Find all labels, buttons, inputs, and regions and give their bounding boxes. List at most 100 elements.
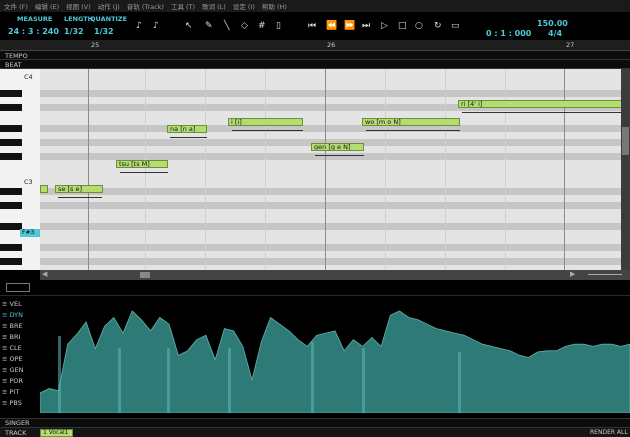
note-tool-1-icon[interactable]: ♪ <box>136 21 142 31</box>
black-key[interactable] <box>0 202 22 209</box>
black-key[interactable] <box>0 188 22 195</box>
play-icon[interactable]: ▷ <box>381 21 388 31</box>
zoom-slider[interactable] <box>588 274 622 275</box>
pencil-tool-icon[interactable]: ✎ <box>205 21 213 31</box>
menu-lyrics[interactable]: 歌词 (L) <box>202 1 226 11</box>
control-dyn[interactable]: ≡ DYN <box>2 311 23 319</box>
menu-job[interactable]: 动作 (J) <box>98 1 120 11</box>
control-por[interactable]: ≡ POR <box>2 377 23 385</box>
control-track-header <box>0 280 630 296</box>
toolbar: MEASURE LENGTH QUANTIZE 24 : 3 : 240 1/3… <box>0 12 630 40</box>
note-se[interactable]: se [s e] <box>55 185 103 193</box>
note-wo[interactable]: wo [m o N] <box>362 118 460 126</box>
record-icon[interactable]: ○ <box>415 21 423 31</box>
singer-row[interactable]: SINGER <box>0 418 630 427</box>
black-key[interactable] <box>0 125 22 132</box>
arrow-tool-icon[interactable]: ↖ <box>185 21 193 31</box>
track-tab-vocal1[interactable]: 1 Vocal1 <box>40 429 73 437</box>
black-key[interactable] <box>0 153 22 160</box>
beat-label: BEAT <box>5 61 22 69</box>
fast-forward-icon[interactable]: ⏩ <box>344 21 355 31</box>
ruler-label-bar-26: 26 <box>327 41 336 49</box>
black-key[interactable] <box>0 104 22 111</box>
menu-settings[interactable]: 设定 (I) <box>233 1 255 11</box>
render-all-button[interactable]: RENDER ALL <box>590 429 628 436</box>
horizontal-scrollbar[interactable]: ◀ ▶ <box>40 270 630 280</box>
dynamics-curve[interactable] <box>40 296 630 413</box>
grid-icon[interactable]: # <box>258 21 266 31</box>
black-key[interactable] <box>0 244 22 251</box>
quantize-select[interactable]: 1/32 <box>94 27 114 36</box>
vibrato-tsu[interactable] <box>120 172 168 178</box>
eraser-tool-icon[interactable]: ◇ <box>241 21 248 31</box>
goto-start-icon[interactable]: ⏮ <box>308 21 316 31</box>
note-partial[interactable] <box>40 185 48 193</box>
menu-track[interactable]: 音轨 (Track) <box>127 1 164 11</box>
scroll-right-icon[interactable]: ▶ <box>570 270 575 278</box>
control-vel[interactable]: ≡ VEL <box>2 300 22 308</box>
piano-roll-grid[interactable]: se [s e] tsu [ts M] na [n a] i [i] gen [… <box>40 69 621 270</box>
control-bre[interactable]: ≡ BRE <box>2 322 23 330</box>
menu-edit[interactable]: 编辑 (E) <box>35 1 59 11</box>
rewind-icon[interactable]: ⏪ <box>326 21 337 31</box>
control-cle[interactable]: ≡ CLE <box>2 344 22 352</box>
note-gen[interactable]: gen [g e N] <box>311 143 364 151</box>
vertical-scroll-thumb[interactable] <box>622 127 629 155</box>
time-display: 0 : 1 : 000 <box>486 29 532 38</box>
measure-label: MEASURE <box>17 15 53 23</box>
position-display: 24 : 3 : 240 <box>8 27 59 36</box>
black-key[interactable] <box>0 139 22 146</box>
loop-icon[interactable]: ↻ <box>434 21 442 31</box>
metronome-icon[interactable]: ▭ <box>451 21 460 31</box>
black-key[interactable] <box>0 223 22 230</box>
control-bri[interactable]: ≡ BRI <box>2 333 20 341</box>
menu-tools[interactable]: 工具 (T) <box>171 1 195 11</box>
line-tool-icon[interactable]: ╲ <box>224 21 229 31</box>
curve-toggle-icon[interactable]: ▯ <box>276 21 281 31</box>
black-key[interactable] <box>0 90 22 97</box>
note-boundary-marker <box>167 348 170 413</box>
vibrato-i[interactable] <box>232 130 303 136</box>
control-pbs[interactable]: ≡ PBS <box>2 399 22 407</box>
vibrato-se[interactable] <box>58 197 102 203</box>
note-ri[interactable]: ri [4' i] <box>458 100 621 108</box>
note-boundary-marker <box>58 336 61 413</box>
vibrato-gen[interactable] <box>315 155 364 161</box>
tempo-display[interactable]: 150.00 <box>537 19 568 28</box>
horizontal-scroll-thumb[interactable] <box>140 272 150 278</box>
vibrato-na[interactable] <box>170 137 207 143</box>
time-signature-display[interactable]: 4/4 <box>548 29 562 38</box>
control-ope[interactable]: ≡ OPE <box>2 355 23 363</box>
dynamics-curve-area[interactable] <box>40 296 630 413</box>
note-i[interactable]: i [i] <box>228 118 303 126</box>
menu-view[interactable]: 视图 (V) <box>66 1 91 11</box>
menu-bar: 文件 (F) 编辑 (E) 视图 (V) 动作 (J) 音轨 (Track) 工… <box>0 0 630 12</box>
dynamics-curve-fill <box>40 310 630 413</box>
key-label-c3: C3 <box>24 178 33 186</box>
piano-keyboard[interactable]: C4 C3 F#3 <box>0 69 40 270</box>
length-select[interactable]: 1/32 <box>64 27 84 36</box>
control-selector-box[interactable] <box>6 283 30 292</box>
stop-icon[interactable]: □ <box>398 21 407 31</box>
note-tsu[interactable]: tsu [ts M] <box>116 160 168 168</box>
tempo-label: TEMPO <box>5 52 28 60</box>
vertical-scrollbar[interactable] <box>621 69 630 270</box>
scroll-left-icon[interactable]: ◀ <box>42 270 47 278</box>
vibrato-wo[interactable] <box>366 130 460 136</box>
control-gen[interactable]: ≡ GEN <box>2 366 24 374</box>
measure-ruler[interactable]: 25 26 27 <box>0 40 630 51</box>
menu-help[interactable]: 帮助 (H) <box>262 1 287 11</box>
control-pit[interactable]: ≡ PIT <box>2 388 19 396</box>
black-key[interactable] <box>0 258 22 265</box>
note-boundary-marker <box>228 348 231 413</box>
vibrato-ri[interactable] <box>462 112 621 118</box>
note-boundary-marker <box>362 348 365 413</box>
tempo-row[interactable]: TEMPO <box>0 51 630 60</box>
ruler-label-bar-25: 25 <box>91 41 100 49</box>
note-na[interactable]: na [n a] <box>167 125 207 133</box>
length-label: LENGTH <box>64 15 94 23</box>
goto-end-icon[interactable]: ⏭ <box>362 21 370 31</box>
menu-file[interactable]: 文件 (F) <box>4 1 28 11</box>
note-tool-2-icon[interactable]: ♪ <box>153 21 159 31</box>
beat-row[interactable]: BEAT <box>0 60 630 69</box>
